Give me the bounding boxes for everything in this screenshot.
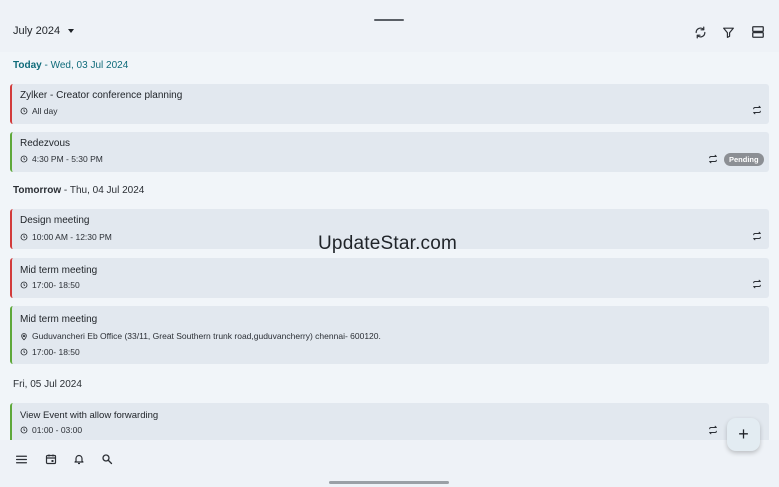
day-header-date: Fri, 05 Jul 2024 — [13, 379, 82, 390]
event-title: Design meeting — [20, 215, 90, 226]
clock-icon — [20, 233, 28, 241]
event-title: Redezvous — [20, 138, 71, 149]
event-card[interactable]: Zylker - Creator conference planning All… — [10, 84, 769, 124]
clock-icon — [20, 107, 28, 115]
top-bar: July 2024 — [0, 0, 779, 52]
event-title: View Event with allow forwarding — [20, 410, 159, 421]
repeat-icon — [751, 278, 763, 290]
bottom-nav — [0, 440, 779, 487]
repeat-icon — [707, 153, 719, 165]
day-header-tomorrow: Tomorrow - Thu, 04 Jul 2024 — [13, 185, 145, 196]
event-card[interactable]: View Event with allow forwarding 01:00 -… — [10, 403, 769, 440]
event-time: 17:00- 18:50 — [20, 280, 80, 290]
add-event-button[interactable]: + — [727, 418, 760, 451]
menu-icon[interactable] — [14, 452, 28, 466]
clock-icon — [20, 348, 28, 356]
sync-icon[interactable] — [692, 24, 708, 40]
calendar-icon[interactable] — [44, 452, 58, 466]
repeat-icon — [751, 230, 763, 242]
filter-icon[interactable] — [720, 24, 736, 40]
clock-icon — [20, 281, 28, 289]
event-time: 10:00 AM - 12:30 PM — [20, 232, 112, 242]
event-location: Guduvancheri Eb Office (33/11, Great Sou… — [20, 331, 381, 341]
month-label: July 2024 — [13, 25, 61, 37]
day-header-today: Today - Wed, 03 Jul 2024 — [13, 60, 129, 71]
location-pin-icon — [21, 332, 27, 340]
status-badge: Pending — [724, 153, 764, 166]
event-time: 17:00- 18:50 — [20, 347, 80, 357]
bell-icon[interactable] — [72, 452, 86, 466]
event-title: Mid term meeting — [20, 314, 98, 325]
repeat-icon — [707, 424, 719, 436]
view-toggle-icon[interactable] — [750, 24, 766, 40]
event-card[interactable]: Redezvous 4:30 PM - 5:30 PM Pending — [10, 132, 769, 172]
month-selector[interactable]: July 2024 — [13, 25, 75, 37]
event-title: Mid term meeting — [20, 265, 98, 276]
clock-icon — [20, 426, 28, 434]
caret-down-icon — [68, 29, 75, 33]
search-icon[interactable] — [100, 452, 114, 466]
clock-icon — [20, 155, 28, 163]
event-title: Zylker - Creator conference planning — [20, 90, 183, 101]
event-time: 01:00 - 03:00 — [20, 425, 82, 435]
event-time: All day — [20, 106, 58, 116]
event-card[interactable]: Mid term meeting 17:00- 18:50 — [10, 258, 769, 298]
watermark: UpdateStar.com — [318, 233, 458, 254]
repeat-icon — [751, 104, 763, 116]
system-nav-handle[interactable] — [329, 481, 449, 484]
event-time: 4:30 PM - 5:30 PM — [20, 154, 103, 164]
event-card[interactable]: Mid term meeting Guduvancheri Eb Office … — [10, 306, 769, 364]
